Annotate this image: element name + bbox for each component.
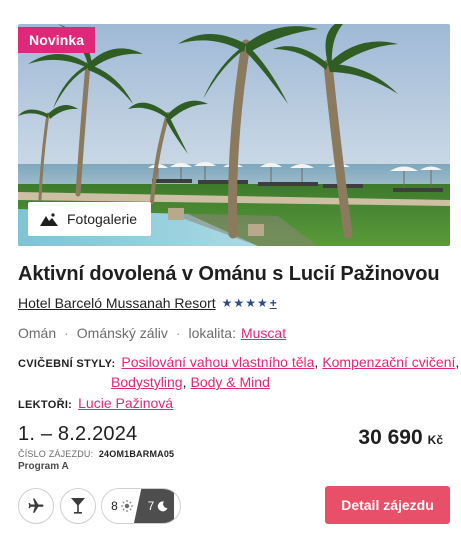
tour-detail-button[interactable]: Detail zájezdu — [325, 486, 450, 524]
program-name: Program A — [18, 461, 69, 472]
separator-dot: · — [64, 325, 69, 341]
new-badge: Novinka — [18, 27, 96, 53]
star-icon: ★ — [221, 296, 233, 310]
star-icon: ★ — [245, 296, 256, 310]
hotel-rating: ★ ★ ★ ★ + — [222, 296, 277, 310]
lector-link[interactable]: Lucie Pažinová — [78, 395, 173, 411]
locality-label: lokalita: — [188, 325, 236, 341]
photo-gallery-button[interactable]: Fotogalerie — [28, 202, 151, 236]
tour-title[interactable]: Aktivní dovolená v Ománu s Lucií Pažinov… — [18, 263, 440, 286]
moon-icon — [158, 500, 168, 511]
locality-link[interactable]: Muscat — [241, 325, 286, 341]
style-link[interactable]: Posilování vahou vlastního těla — [121, 354, 314, 370]
lectors-row: LEKTOŘI: Lucie Pažinová — [18, 395, 173, 411]
rating-plus: + — [269, 296, 277, 310]
region: Ománský záliv — [76, 325, 168, 341]
tour-dates: 1. – 8.2.2024 — [18, 423, 138, 445]
hotel-row: Hotel Barceló Mussanah Resort ★ ★ ★ ★ + — [18, 295, 277, 311]
price-amount: 30 690 — [358, 426, 423, 449]
tour-code-value: 24OM1BARMA05 — [98, 449, 175, 459]
hotel-name-link[interactable]: Hotel Barceló Mussanah Resort — [18, 295, 216, 311]
price: 30 690 Kč — [358, 426, 443, 450]
tour-card: Novinka Fotogalerie Aktivní dovolená v O… — [0, 0, 461, 548]
star-icon: ★ — [256, 296, 268, 310]
airplane-icon[interactable] — [18, 488, 54, 524]
style-link[interactable]: Kompenzační cvičení — [322, 354, 455, 370]
cocktail-glass-icon[interactable] — [60, 488, 96, 524]
style-link[interactable]: Body & Mind — [190, 374, 269, 390]
duration-days-nights: 8 7 — [101, 488, 181, 524]
mountain-photo-icon — [40, 211, 58, 227]
star-icon: ★ — [233, 296, 245, 310]
styles-label: CVIČEBNÍ STYLY: — [18, 358, 116, 370]
price-currency: Kč — [427, 433, 443, 447]
sun-icon — [120, 500, 133, 512]
location-row: Omán · Ománský záliv · lokalita: Muscat — [18, 325, 286, 341]
lectors-label: LEKTOŘI: — [18, 399, 73, 411]
tour-code: ČÍSLO ZÁJEZDU: 24OM1BARMA05 — [18, 449, 174, 459]
country: Omán — [18, 325, 57, 341]
style-link[interactable]: Bodystyling — [111, 374, 183, 390]
separator-dot: · — [175, 325, 181, 341]
photo-gallery-label: Fotogalerie — [67, 211, 138, 227]
tour-code-label: ČÍSLO ZÁJEZDU: — [18, 449, 94, 459]
